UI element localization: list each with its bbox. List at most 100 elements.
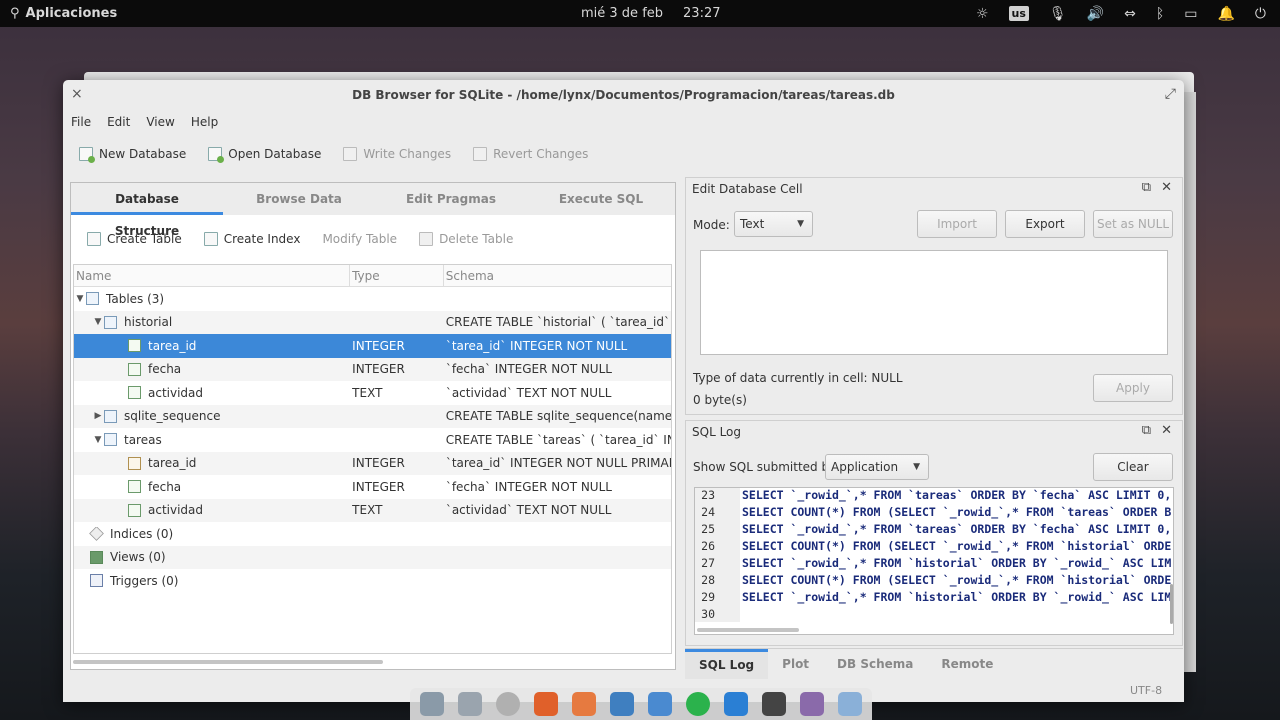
log-line: 28 SELECT COUNT(*) FROM (SELECT `_rowid_`…	[701, 573, 1172, 587]
table-group-icon	[86, 292, 99, 306]
app-spotify-icon[interactable]	[686, 692, 710, 716]
tree-horizontal-scrollbar[interactable]	[73, 660, 383, 664]
delete-table-button[interactable]: Delete Table	[419, 232, 513, 246]
tab-sql-log[interactable]: SQL Log	[685, 649, 769, 679]
battery-icon[interactable]: ▭	[1184, 6, 1197, 22]
app-vscode-icon[interactable]	[724, 692, 748, 716]
menu-edit[interactable]: Edit	[99, 112, 138, 132]
mode-select[interactable]: Text ▼	[734, 211, 813, 237]
tree-row-triggers[interactable]: Triggers (0)	[74, 569, 671, 593]
titlebar[interactable]: × DB Browser for SQLite - /home/lynx/Doc…	[63, 80, 1184, 110]
notification-icon[interactable]: 🔔	[1217, 6, 1234, 22]
volume-icon[interactable]: 🔊	[1087, 6, 1104, 22]
new-database-button[interactable]: New Database	[79, 147, 186, 163]
primary-key-icon	[128, 456, 141, 470]
modify-table-button[interactable]: Modify Table	[322, 232, 397, 246]
open-database-button[interactable]: Open Database	[208, 147, 321, 163]
power-icon[interactable]: ⏻	[1255, 6, 1266, 22]
field-schema: `fecha` INTEGER NOT NULL	[445, 362, 612, 377]
menu-view[interactable]: View	[138, 112, 182, 132]
export-button[interactable]: Export	[1005, 210, 1085, 238]
tab-browse-data[interactable]: Browse Data	[223, 183, 375, 215]
tree-row-tareas[interactable]: ▼ tareas CREATE TABLE `tareas` ( `tarea_i…	[74, 428, 671, 452]
app-files-icon[interactable]	[420, 692, 444, 716]
cell-editor[interactable]	[700, 250, 1168, 355]
app-brave-icon[interactable]	[534, 692, 558, 716]
revert-changes-button[interactable]: Revert Changes	[473, 147, 588, 161]
table-schema: CREATE TABLE `historial` ( `tarea_id` IN…	[445, 315, 671, 330]
tree-row-sqlite-sequence[interactable]: ▶ sqlite_sequence CREATE TABLE sqlite_seq…	[74, 404, 671, 428]
tab-execute-sql[interactable]: Execute SQL	[527, 183, 675, 215]
mode-label: Mode:	[693, 218, 730, 232]
header-schema[interactable]: Schema	[444, 265, 671, 286]
sql-horizontal-scrollbar[interactable]	[697, 628, 799, 632]
float-icon[interactable]: ⧉	[1142, 423, 1151, 438]
expand-arrow-icon[interactable]: ▶	[92, 411, 104, 421]
app-browser-icon[interactable]	[838, 692, 862, 716]
trigger-icon	[90, 574, 103, 588]
menu-file[interactable]: File	[63, 112, 99, 132]
structure-toolbar: Create Table Create Index Modify Table D…	[87, 229, 535, 249]
collapse-arrow-icon[interactable]: ▼	[92, 435, 104, 445]
app-image-editor-icon[interactable]	[610, 692, 634, 716]
app-archive-icon[interactable]	[800, 692, 824, 716]
clear-button[interactable]: Clear	[1093, 453, 1173, 481]
header-name[interactable]: Name	[74, 265, 351, 286]
bluetooth-icon[interactable]: ᛒ	[1156, 6, 1164, 22]
tab-remote[interactable]: Remote	[927, 649, 1007, 679]
edit-cell-title: Edit Database Cell	[692, 182, 803, 196]
tree-row-historial[interactable]: ▼ historial CREATE TABLE `historial` ( `t…	[74, 310, 671, 334]
brightness-icon[interactable]: ☼	[976, 6, 989, 22]
microphone-icon[interactable]: 🎙	[1049, 6, 1067, 22]
maximize-icon[interactable]: ⤢	[1165, 86, 1176, 102]
sql-vertical-scrollbar[interactable]	[1170, 584, 1173, 624]
network-icon[interactable]: ⇔	[1124, 6, 1136, 22]
tree-row-field[interactable]: tarea_id INTEGER `tarea_id` INTEGER NOT …	[74, 451, 671, 475]
tab-db-schema[interactable]: DB Schema	[823, 649, 927, 679]
header-type[interactable]: Type	[350, 265, 444, 286]
field-icon	[128, 480, 141, 494]
create-index-icon	[203, 232, 218, 246]
apply-button[interactable]: Apply	[1093, 374, 1173, 402]
menu-help[interactable]: Help	[183, 112, 226, 132]
collapse-arrow-icon[interactable]: ▼	[92, 317, 104, 327]
tree-row-field[interactable]: fecha INTEGER `fecha` INTEGER NOT NULL	[74, 475, 671, 499]
app-image-viewer-icon[interactable]	[648, 692, 672, 716]
keyboard-layout-badge[interactable]: us	[1008, 6, 1029, 21]
float-icon[interactable]: ⧉	[1142, 180, 1151, 195]
tables-label: Tables (3)	[106, 291, 165, 306]
schema-tree[interactable]: Name Type Schema ▼ Tables (3) ▼ historial …	[73, 264, 672, 654]
applications-menu[interactable]: ⚲ Aplicaciones	[10, 0, 117, 27]
close-icon[interactable]: ✕	[1161, 423, 1172, 438]
app-brave-alt-icon[interactable]	[572, 692, 596, 716]
create-index-button[interactable]: Create Index	[203, 232, 300, 246]
db-browser-window: × DB Browser for SQLite - /home/lynx/Doc…	[63, 80, 1184, 702]
app-terminal-icon[interactable]	[762, 692, 786, 716]
field-type: INTEGER	[352, 362, 405, 377]
field-name: tarea_id	[148, 456, 197, 471]
tree-row-views[interactable]: Views (0)	[74, 545, 671, 569]
tree-row-field[interactable]: tarea_id INTEGER `tarea_id` INTEGER NOT …	[74, 334, 671, 358]
close-icon[interactable]: ✕	[1161, 180, 1172, 195]
write-changes-button[interactable]: Write Changes	[343, 147, 451, 161]
submitted-by-select[interactable]: Application ▼	[825, 454, 929, 480]
tree-row-indices[interactable]: Indices (0)	[74, 522, 671, 546]
tree-row-field[interactable]: fecha INTEGER `fecha` INTEGER NOT NULL	[74, 357, 671, 381]
tree-row-field[interactable]: actividad TEXT `actividad` TEXT NOT NULL	[74, 381, 671, 405]
tree-row-field[interactable]: actividad TEXT `actividad` TEXT NOT NULL	[74, 498, 671, 522]
tab-database-structure[interactable]: Database Structure	[71, 183, 223, 238]
tab-edit-pragmas[interactable]: Edit Pragmas	[375, 183, 527, 215]
collapse-arrow-icon[interactable]: ▼	[74, 294, 86, 304]
tab-plot[interactable]: Plot	[768, 649, 823, 679]
create-table-button[interactable]: Create Table	[87, 232, 182, 246]
sql-log-editor[interactable]: 23 SELECT `_rowid_`,* FROM `tareas` ORDER…	[694, 487, 1174, 635]
date-label: mié 3 de feb	[581, 6, 664, 21]
set-null-button[interactable]: Set as NULL	[1093, 210, 1173, 238]
app-database-icon[interactable]	[496, 692, 520, 716]
import-button[interactable]: Import	[917, 210, 997, 238]
clock[interactable]: mié 3 de feb 23:27	[581, 0, 721, 27]
table-icon	[104, 315, 117, 329]
tree-row-tables[interactable]: ▼ Tables (3)	[74, 287, 671, 311]
applications-label: Aplicaciones	[25, 6, 118, 21]
app-window-icon[interactable]	[458, 692, 482, 716]
